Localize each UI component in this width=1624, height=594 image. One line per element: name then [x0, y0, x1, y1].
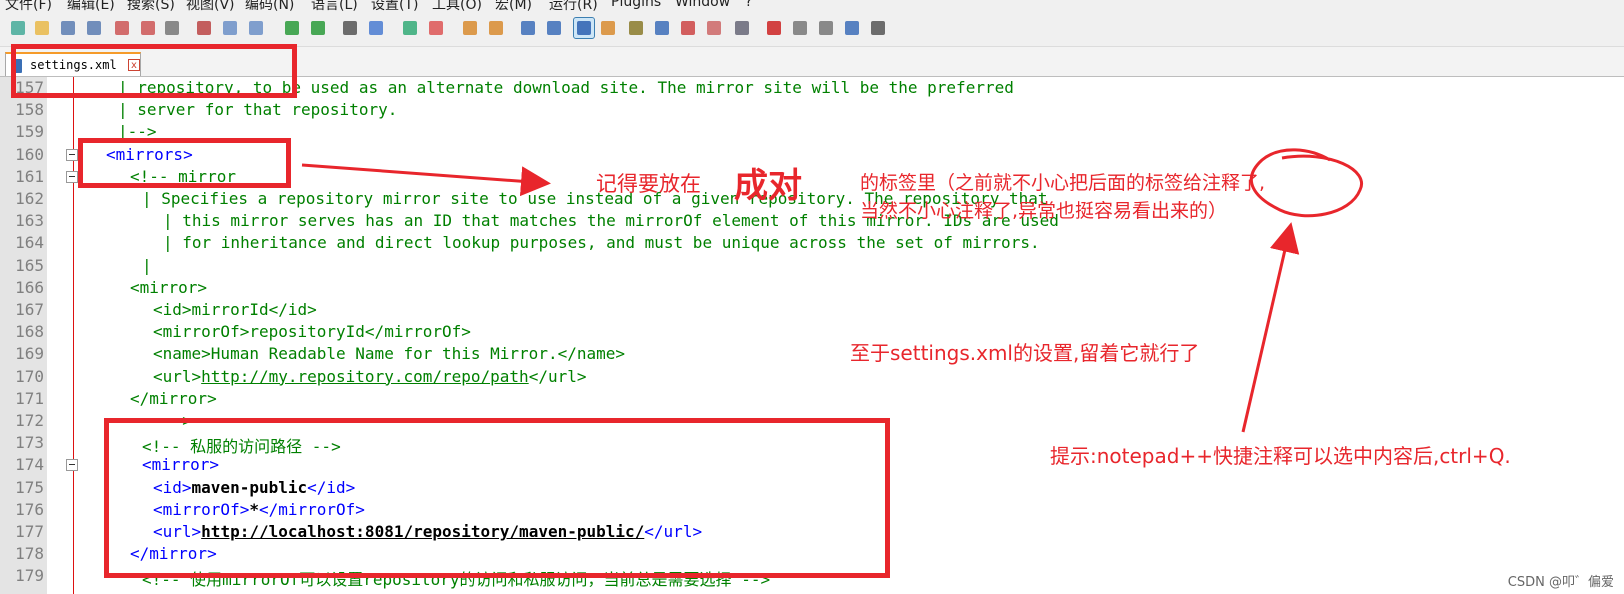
annotation-settings-note: 至于settings.xml的设置,留着它就行了 [850, 341, 1200, 365]
annotation-pair-note-a: 记得要放在 [596, 172, 701, 196]
annotation-pair-note-b1: 的标签里（之前就不小心把后面的标签给注释了, [860, 172, 1266, 194]
annotation-shortcut-note: 提示:notepad++快捷注释可以选中内容后,ctrl+Q. [1050, 444, 1511, 468]
annotation-pair-note-big: 成对 [734, 166, 802, 206]
arrow-to-pair-note [301, 163, 551, 197]
scribble-circle [1249, 148, 1364, 218]
watermark: CSDN @叩゛偏爱 [1507, 575, 1614, 590]
arrow-to-circle [1241, 222, 1300, 433]
annotation-pair-note-b2: 当然不小心注释了,异常也挺容易看出来的） [860, 200, 1228, 222]
annotation-overlay [301, 148, 1364, 433]
